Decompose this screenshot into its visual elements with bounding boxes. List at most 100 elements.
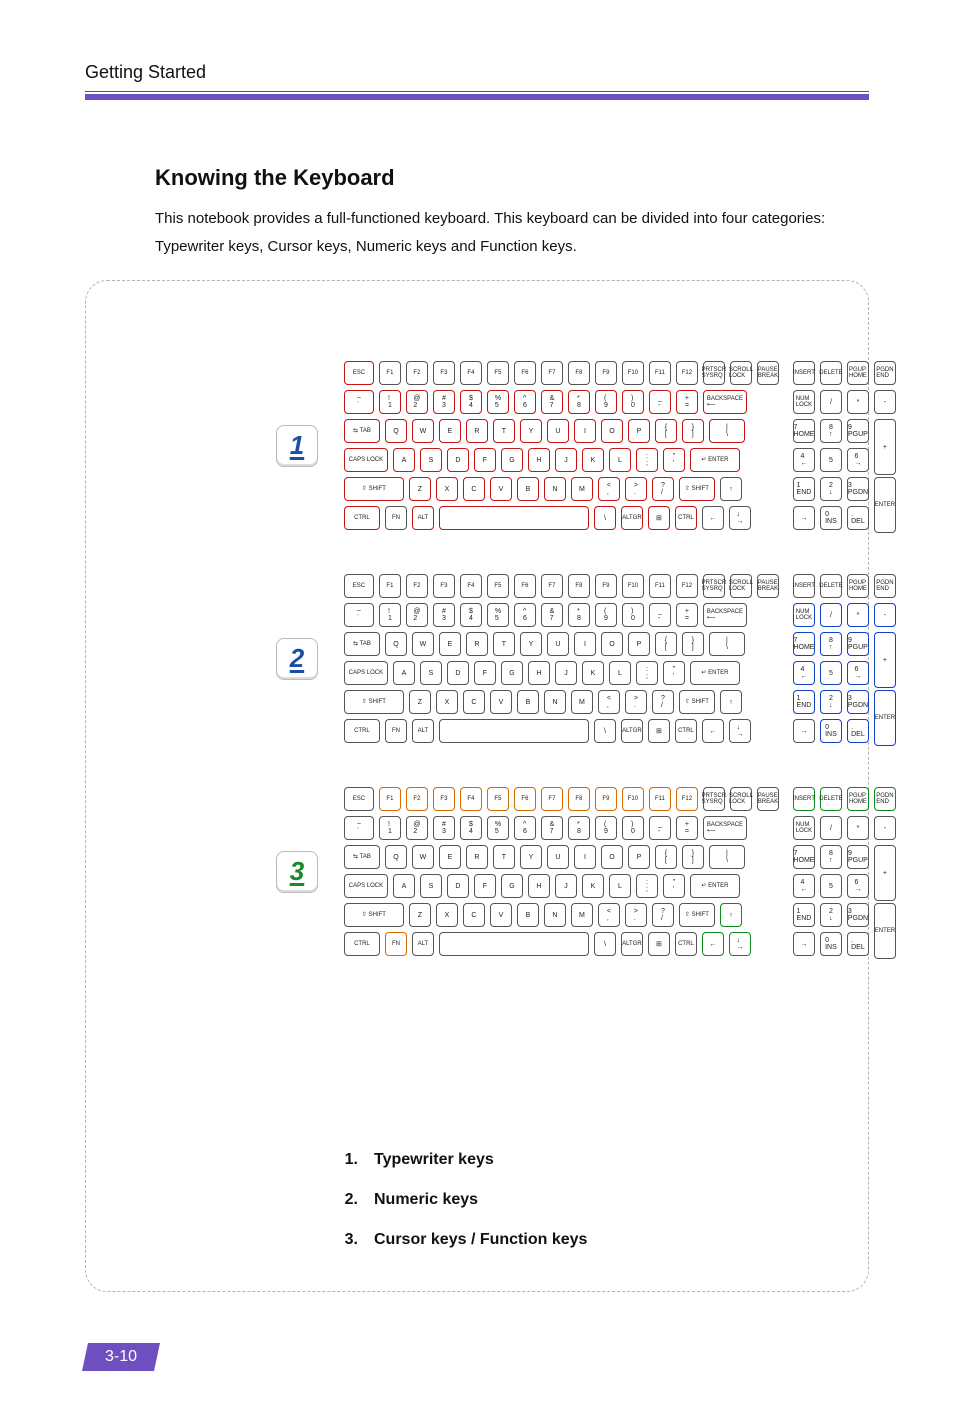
key-esc: ESC bbox=[344, 574, 374, 598]
key-intl: \ bbox=[594, 932, 616, 956]
legend-label-2: Numeric keys bbox=[374, 1191, 478, 1209]
key-rshift: ⇧ SHIFT bbox=[679, 903, 715, 927]
key-9: ( 9 bbox=[595, 603, 617, 627]
key-minus: _ - bbox=[649, 816, 671, 840]
key-x: X bbox=[436, 903, 458, 927]
key-lshift: ⇧ SHIFT bbox=[344, 903, 404, 927]
key-c: C bbox=[463, 903, 485, 927]
key-d: D bbox=[447, 448, 469, 472]
legend-label-1: Typewriter keys bbox=[374, 1151, 494, 1169]
key-f4: F4 bbox=[460, 574, 482, 598]
key-num5: 5 bbox=[820, 661, 842, 685]
kbd1-row-num: ~ ` ! 1 @ 2 # 3 $ 4 % 5 ^ 6 & 7 * 8 ( 9 bbox=[344, 390, 779, 414]
key-rctrl: CTRL bbox=[675, 932, 697, 956]
keyboard-block-3: 3 ESC F1 F2 F3 F4 F5 F6 bbox=[276, 787, 931, 956]
key-y: Y bbox=[520, 419, 542, 443]
key-c: C bbox=[463, 690, 485, 714]
key-scrolllock: SCROLL LOCK bbox=[730, 787, 752, 811]
kbd3-row-a: CAPS LOCK A S D F G H J K L : ; bbox=[344, 874, 779, 898]
key-d: D bbox=[447, 874, 469, 898]
diagram-frame: 1 ESC F1 F2 F3 F4 F5 F6 bbox=[85, 280, 869, 1292]
key-left: ← bbox=[702, 719, 724, 743]
key-f: F bbox=[474, 448, 496, 472]
key-y: Y bbox=[520, 845, 542, 869]
key-z: Z bbox=[409, 903, 431, 927]
keyboard-stack: 1 ESC F1 F2 F3 F4 F5 F6 bbox=[276, 361, 931, 956]
legend-num-3: 3. bbox=[338, 1231, 358, 1249]
key-scrolllock: SCROLL LOCK bbox=[730, 361, 752, 385]
key-space bbox=[439, 506, 589, 530]
key-num4: 4 ← bbox=[793, 661, 815, 685]
key-n: N bbox=[544, 903, 566, 927]
key-f8: F8 bbox=[568, 574, 590, 598]
key-s: S bbox=[420, 448, 442, 472]
kbd1-numpad: INSERT DELETE PGUP HOME PGDN END NUM LOC… bbox=[793, 361, 896, 530]
legend-item-3: 3. Cursor keys / Function keys bbox=[338, 1231, 587, 1249]
key-lalt: ALT bbox=[412, 932, 434, 956]
key-win: ⊞ bbox=[648, 506, 670, 530]
key-nummul: * bbox=[847, 603, 869, 627]
key-num8: 8 ↑ bbox=[820, 845, 842, 869]
key-lalt: ALT bbox=[412, 506, 434, 530]
key-numlock: NUM LOCK bbox=[793, 816, 815, 840]
key-f9: F9 bbox=[595, 361, 617, 385]
key-f11: F11 bbox=[649, 361, 671, 385]
legend-num-1: 1. bbox=[338, 1151, 358, 1169]
key-pgdn: PGDN END bbox=[874, 787, 896, 811]
key-lctrl: CTRL bbox=[344, 719, 380, 743]
key-0: ) 0 bbox=[622, 390, 644, 414]
key-f4: F4 bbox=[460, 787, 482, 811]
key-num9: 9 PGUP bbox=[847, 632, 869, 656]
keyboard-1: ESC F1 F2 F3 F4 F5 F6 F7 F8 F9 F10 bbox=[344, 361, 931, 530]
callout-badge-3: 3 bbox=[276, 851, 318, 893]
key-fn: FN bbox=[385, 932, 407, 956]
key-o: O bbox=[601, 419, 623, 443]
key-f6: F6 bbox=[514, 361, 536, 385]
key-backslash: | \ bbox=[709, 632, 745, 656]
key-insert: INSERT bbox=[793, 787, 815, 811]
key-down-right: ↓ → bbox=[729, 932, 751, 956]
key-numlock: NUM LOCK bbox=[793, 603, 815, 627]
key-backspace: BACKSPACE ⟵ bbox=[703, 603, 747, 627]
key-backslash: | \ bbox=[709, 419, 745, 443]
key-capslock: CAPS LOCK bbox=[344, 448, 388, 472]
key-i: I bbox=[574, 419, 596, 443]
key-u: U bbox=[547, 845, 569, 869]
keyboard-3: ESC F1 F2 F3 F4 F5 F6 F7 F8 F9 F10 bbox=[344, 787, 931, 956]
key-a: A bbox=[393, 448, 415, 472]
key-num1: 1 END bbox=[793, 690, 815, 714]
key-4: $ 4 bbox=[460, 816, 482, 840]
key-5: % 5 bbox=[487, 603, 509, 627]
key-3: # 3 bbox=[433, 390, 455, 414]
key-semicolon: : ; bbox=[636, 874, 658, 898]
key-f1: F1 bbox=[379, 574, 401, 598]
key-m: M bbox=[571, 903, 593, 927]
key-backspace: BACKSPACE ⟵ bbox=[703, 816, 747, 840]
key-period: > . bbox=[625, 903, 647, 927]
key-insert: INSERT bbox=[793, 574, 815, 598]
key-f: F bbox=[474, 661, 496, 685]
key-f11: F11 bbox=[649, 787, 671, 811]
key-slash: ? / bbox=[652, 903, 674, 927]
key-u: U bbox=[547, 632, 569, 656]
keyboard-block-1: 1 ESC F1 F2 F3 F4 F5 F6 bbox=[276, 361, 931, 530]
key-delete: DELETE bbox=[820, 787, 842, 811]
key-pgup: PGUP HOME bbox=[847, 361, 869, 385]
key-num8: 8 ↑ bbox=[820, 632, 842, 656]
key-e: E bbox=[439, 419, 461, 443]
key-slash: ? / bbox=[652, 690, 674, 714]
key-equals: + = bbox=[676, 816, 698, 840]
key-s: S bbox=[420, 874, 442, 898]
key-s: S bbox=[420, 661, 442, 685]
key-6: ^ 6 bbox=[514, 603, 536, 627]
key-esc: ESC bbox=[344, 787, 374, 811]
key-f8: F8 bbox=[568, 361, 590, 385]
key-g: G bbox=[501, 661, 523, 685]
key-y: Y bbox=[520, 632, 542, 656]
key-pgdn: PGDN END bbox=[874, 361, 896, 385]
key-fn: FN bbox=[385, 506, 407, 530]
key-prtscr: PRTSCR SYSRQ bbox=[703, 787, 725, 811]
key-z: Z bbox=[409, 477, 431, 501]
key-numplus: + bbox=[874, 845, 896, 901]
key-p: P bbox=[628, 845, 650, 869]
